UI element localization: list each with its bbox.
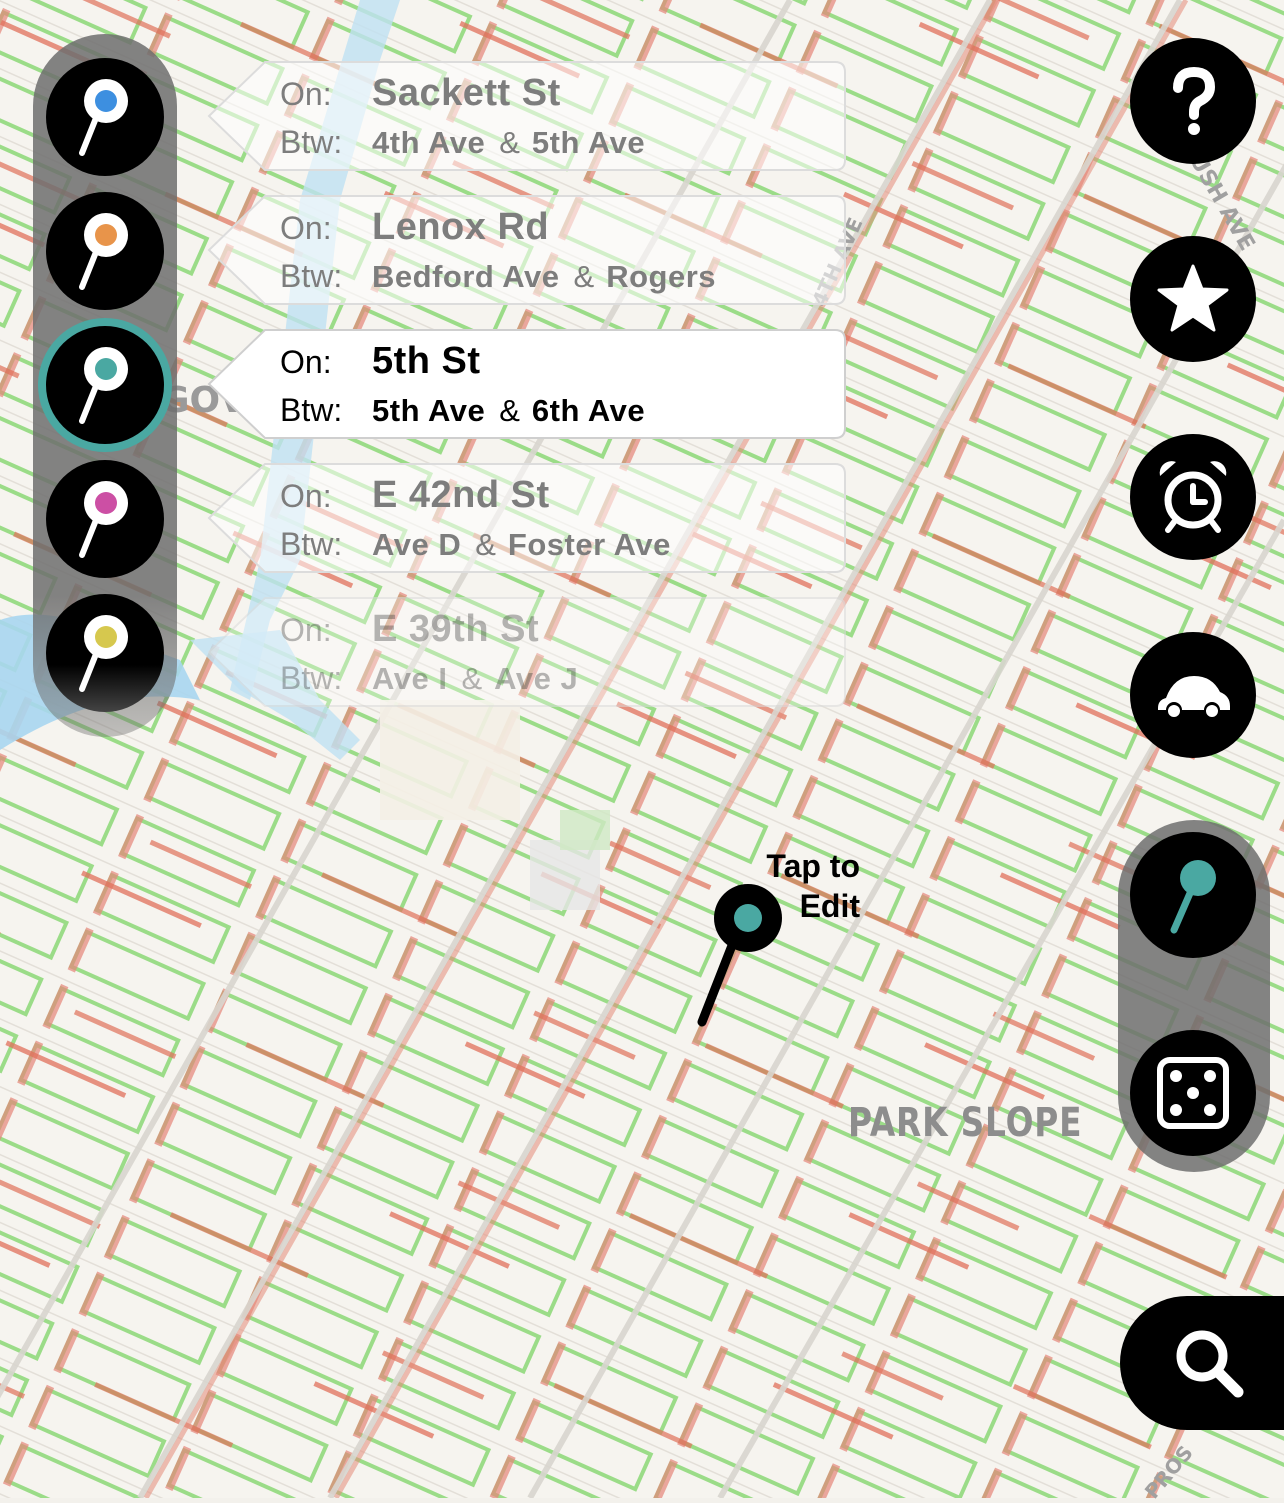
saved-pin-button-3[interactable]: [46, 326, 164, 444]
search-icon: [1176, 1330, 1244, 1398]
saved-pin-button-2[interactable]: [46, 192, 164, 310]
on-label: On:: [280, 478, 332, 514]
pin-icon: [79, 481, 128, 558]
on-label: On:: [280, 344, 332, 380]
pin-icon: [79, 213, 128, 290]
callout-street: Sackett St: [372, 72, 561, 114]
on-label: On:: [280, 210, 332, 246]
pin-icon: [79, 347, 128, 424]
callout-cross-to: Ave J: [494, 661, 579, 696]
callout-street: E 39th St: [372, 608, 540, 650]
favorites-button[interactable]: [1130, 236, 1256, 362]
parked-car-button[interactable]: [1130, 632, 1256, 758]
callout-cross-from: 5th Ave: [372, 393, 486, 428]
ampersand: &: [573, 259, 595, 294]
btw-label: Btw:: [280, 660, 343, 696]
drop-pin-button[interactable]: [1130, 832, 1256, 958]
saved-spot-callout-2[interactable]: On: Lenox Rd Btw: Bedford Ave & Rogers: [205, 194, 846, 306]
neighborhood-label: PARK SLOPE: [848, 1100, 1083, 1146]
help-button[interactable]: [1130, 38, 1256, 164]
pin-icon: [79, 79, 128, 156]
callout-street: E 42nd St: [372, 474, 550, 516]
callout-cross-from: Ave D: [372, 527, 462, 562]
search-button[interactable]: [1120, 1296, 1284, 1430]
callout-cross-to: 5th Ave: [531, 125, 646, 160]
callout-cross-from: Ave I: [372, 661, 448, 696]
random-button[interactable]: [1130, 1030, 1256, 1156]
callout-cross-to: Rogers: [606, 259, 717, 294]
saved-spot-callout-5[interactable]: On: E 39th St Btw: Ave I & Ave J: [205, 596, 846, 708]
btw-label: Btw:: [280, 526, 343, 562]
ampersand: &: [461, 661, 483, 696]
callout-cross-to: Foster Ave: [507, 527, 671, 562]
callout-street: Lenox Rd: [372, 206, 550, 248]
saved-pin-button-5[interactable]: [46, 594, 164, 712]
btw-label: Btw:: [280, 258, 343, 294]
callout-cross-to: 6th Ave: [531, 393, 646, 428]
saved-spot-callout-3[interactable]: On: 5th St Btw: 5th Ave & 6th Ave: [205, 328, 846, 440]
on-label: On:: [280, 612, 332, 648]
pin-icon: [79, 615, 128, 692]
ampersand: &: [499, 125, 520, 160]
help-icon: [1173, 66, 1216, 135]
alarm-button[interactable]: [1130, 434, 1256, 560]
callout-street: 5th St: [372, 340, 481, 382]
saved-pin-button-4[interactable]: [46, 460, 164, 578]
on-label: On:: [280, 76, 332, 112]
pin-icon: [1170, 860, 1216, 934]
btw-label: Btw:: [280, 124, 343, 160]
dice-icon: [1157, 1057, 1229, 1129]
saved-pin-button-1[interactable]: [46, 58, 164, 176]
map-pin-icon[interactable]: [690, 880, 790, 1030]
ampersand: &: [499, 393, 520, 428]
ampersand: &: [475, 527, 496, 562]
car-icon: [1158, 676, 1230, 717]
star-icon: [1157, 264, 1229, 332]
saved-spot-callout-1[interactable]: On: Sackett St Btw: 4th Ave & 5th Ave: [205, 60, 846, 172]
saved-spot-callout-4[interactable]: On: E 42nd St Btw: Ave D & Foster Ave: [205, 462, 846, 574]
callout-cross-from: Bedford Ave: [372, 259, 560, 294]
btw-label: Btw:: [280, 392, 343, 428]
alarm-clock-icon: [1159, 461, 1227, 533]
callout-cross-from: 4th Ave: [372, 125, 486, 160]
